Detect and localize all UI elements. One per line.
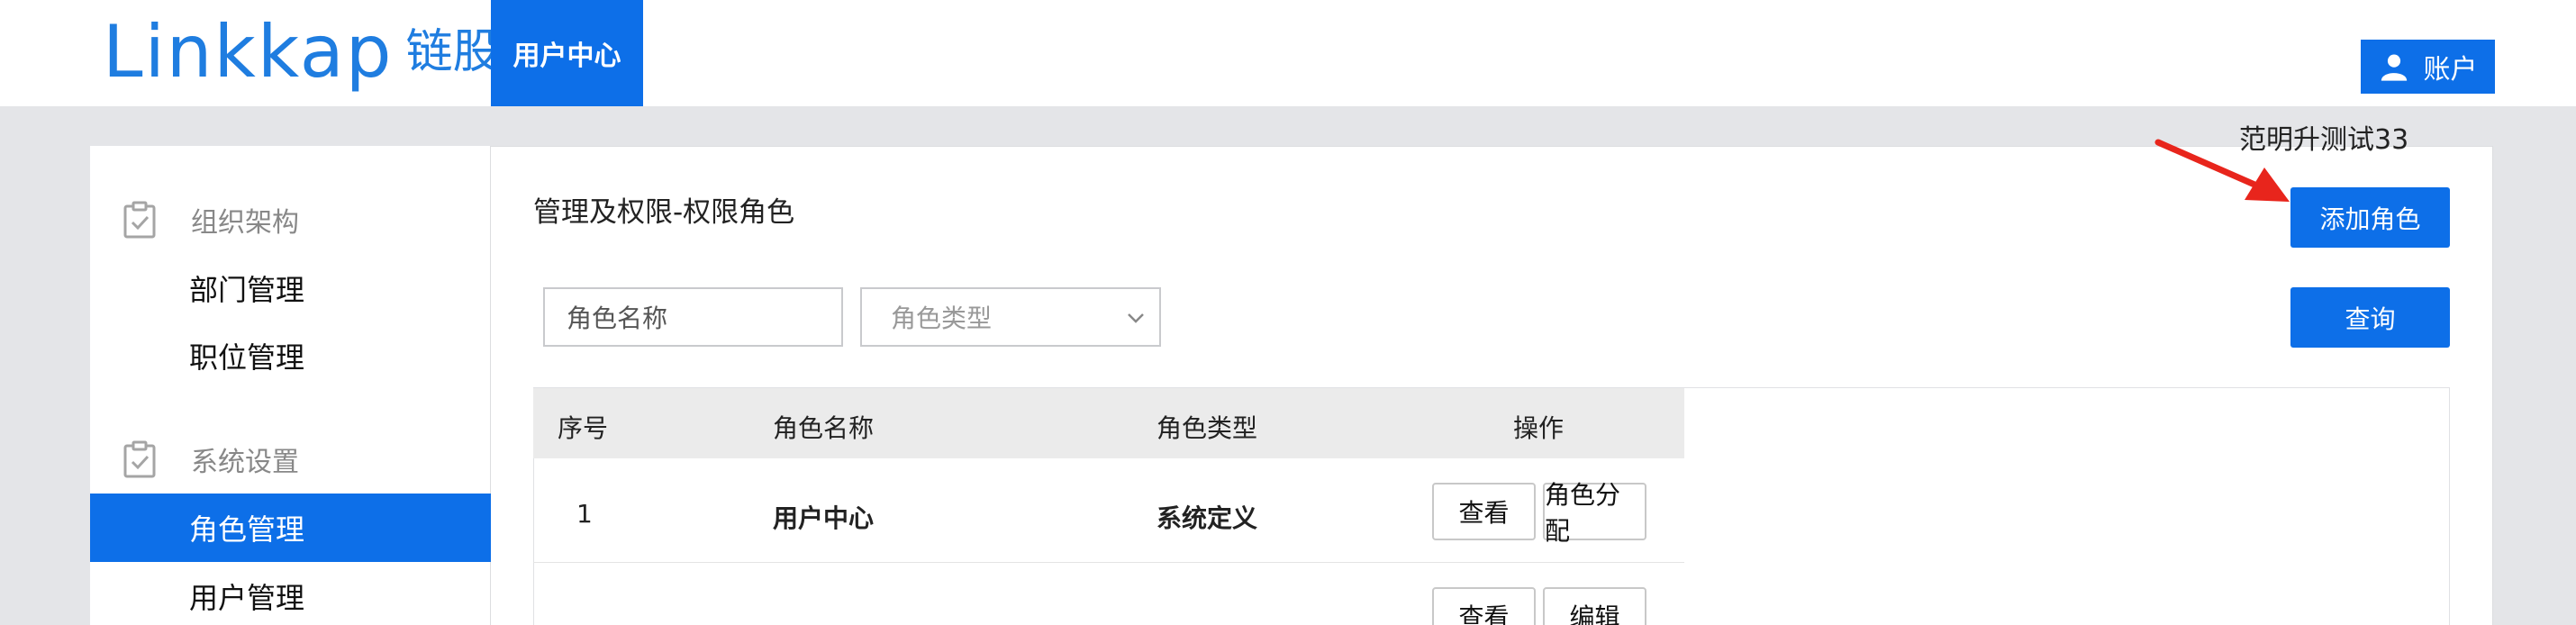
tab-user-center[interactable]: 用户中心 bbox=[491, 0, 643, 106]
row-role-type: 系统定义 bbox=[1156, 503, 1258, 533]
clipboard-check-icon bbox=[123, 440, 156, 478]
view-button[interactable]: 查看 bbox=[1432, 483, 1536, 540]
view-button[interactable]: 查看 bbox=[1432, 587, 1536, 625]
column-header-role-name: 角色名称 bbox=[773, 413, 875, 443]
table-header bbox=[533, 388, 1684, 458]
role-type-select[interactable]: 角色类型 bbox=[860, 287, 1161, 347]
clipboard-check-icon bbox=[123, 201, 156, 239]
account-button[interactable]: 账户 bbox=[2361, 40, 2495, 94]
logo-text-en: Linkkap bbox=[103, 10, 394, 94]
page-title: 管理及权限-权限角色 bbox=[533, 196, 795, 229]
top-header: Linkkap 链股 用户中心 账户 bbox=[0, 0, 2576, 106]
column-header-index: 序号 bbox=[558, 413, 609, 443]
sidebar-item-departments[interactable]: 部门管理 bbox=[90, 254, 491, 322]
assign-role-button[interactable]: 角色分配 bbox=[1543, 480, 1646, 546]
column-header-actions: 操作 bbox=[1513, 413, 1565, 443]
account-label: 账户 bbox=[2423, 54, 2478, 86]
sidebar-group-label: 组织架构 bbox=[191, 207, 299, 239]
row-index: 1 bbox=[576, 499, 593, 529]
sidebar-item-users[interactable]: 用户管理 bbox=[90, 562, 491, 625]
sidebar: 组织架构 部门管理 职位管理 系统设置 角色管理 用户管理 bbox=[90, 146, 491, 625]
column-header-role-type: 角色类型 bbox=[1156, 413, 1258, 443]
sidebar-item-positions[interactable]: 职位管理 bbox=[90, 322, 491, 390]
role-type-placeholder: 角色类型 bbox=[891, 303, 993, 333]
user-icon bbox=[2381, 54, 2407, 81]
sidebar-group-label: 系统设置 bbox=[191, 447, 299, 478]
sidebar-group-system: 系统设置 bbox=[90, 432, 491, 486]
linkkap-logo[interactable]: Linkkap 链股 bbox=[103, 11, 500, 94]
row-role-name: 用户中心 bbox=[773, 503, 875, 533]
chevron-down-icon bbox=[1128, 313, 1144, 323]
logo-text-cn: 链股 bbox=[405, 25, 500, 79]
sidebar-group-org: 组织架构 bbox=[90, 193, 491, 247]
query-button[interactable]: 查询 bbox=[2290, 287, 2450, 348]
row-divider bbox=[533, 562, 1684, 563]
annotation-arrow-icon bbox=[2154, 139, 2290, 202]
add-role-button[interactable]: 添加角色 bbox=[2290, 187, 2450, 248]
edit-button[interactable]: 编辑 bbox=[1543, 587, 1646, 625]
sidebar-item-roles[interactable]: 角色管理 bbox=[90, 494, 491, 562]
role-name-input[interactable]: 角色名称 bbox=[543, 287, 843, 347]
